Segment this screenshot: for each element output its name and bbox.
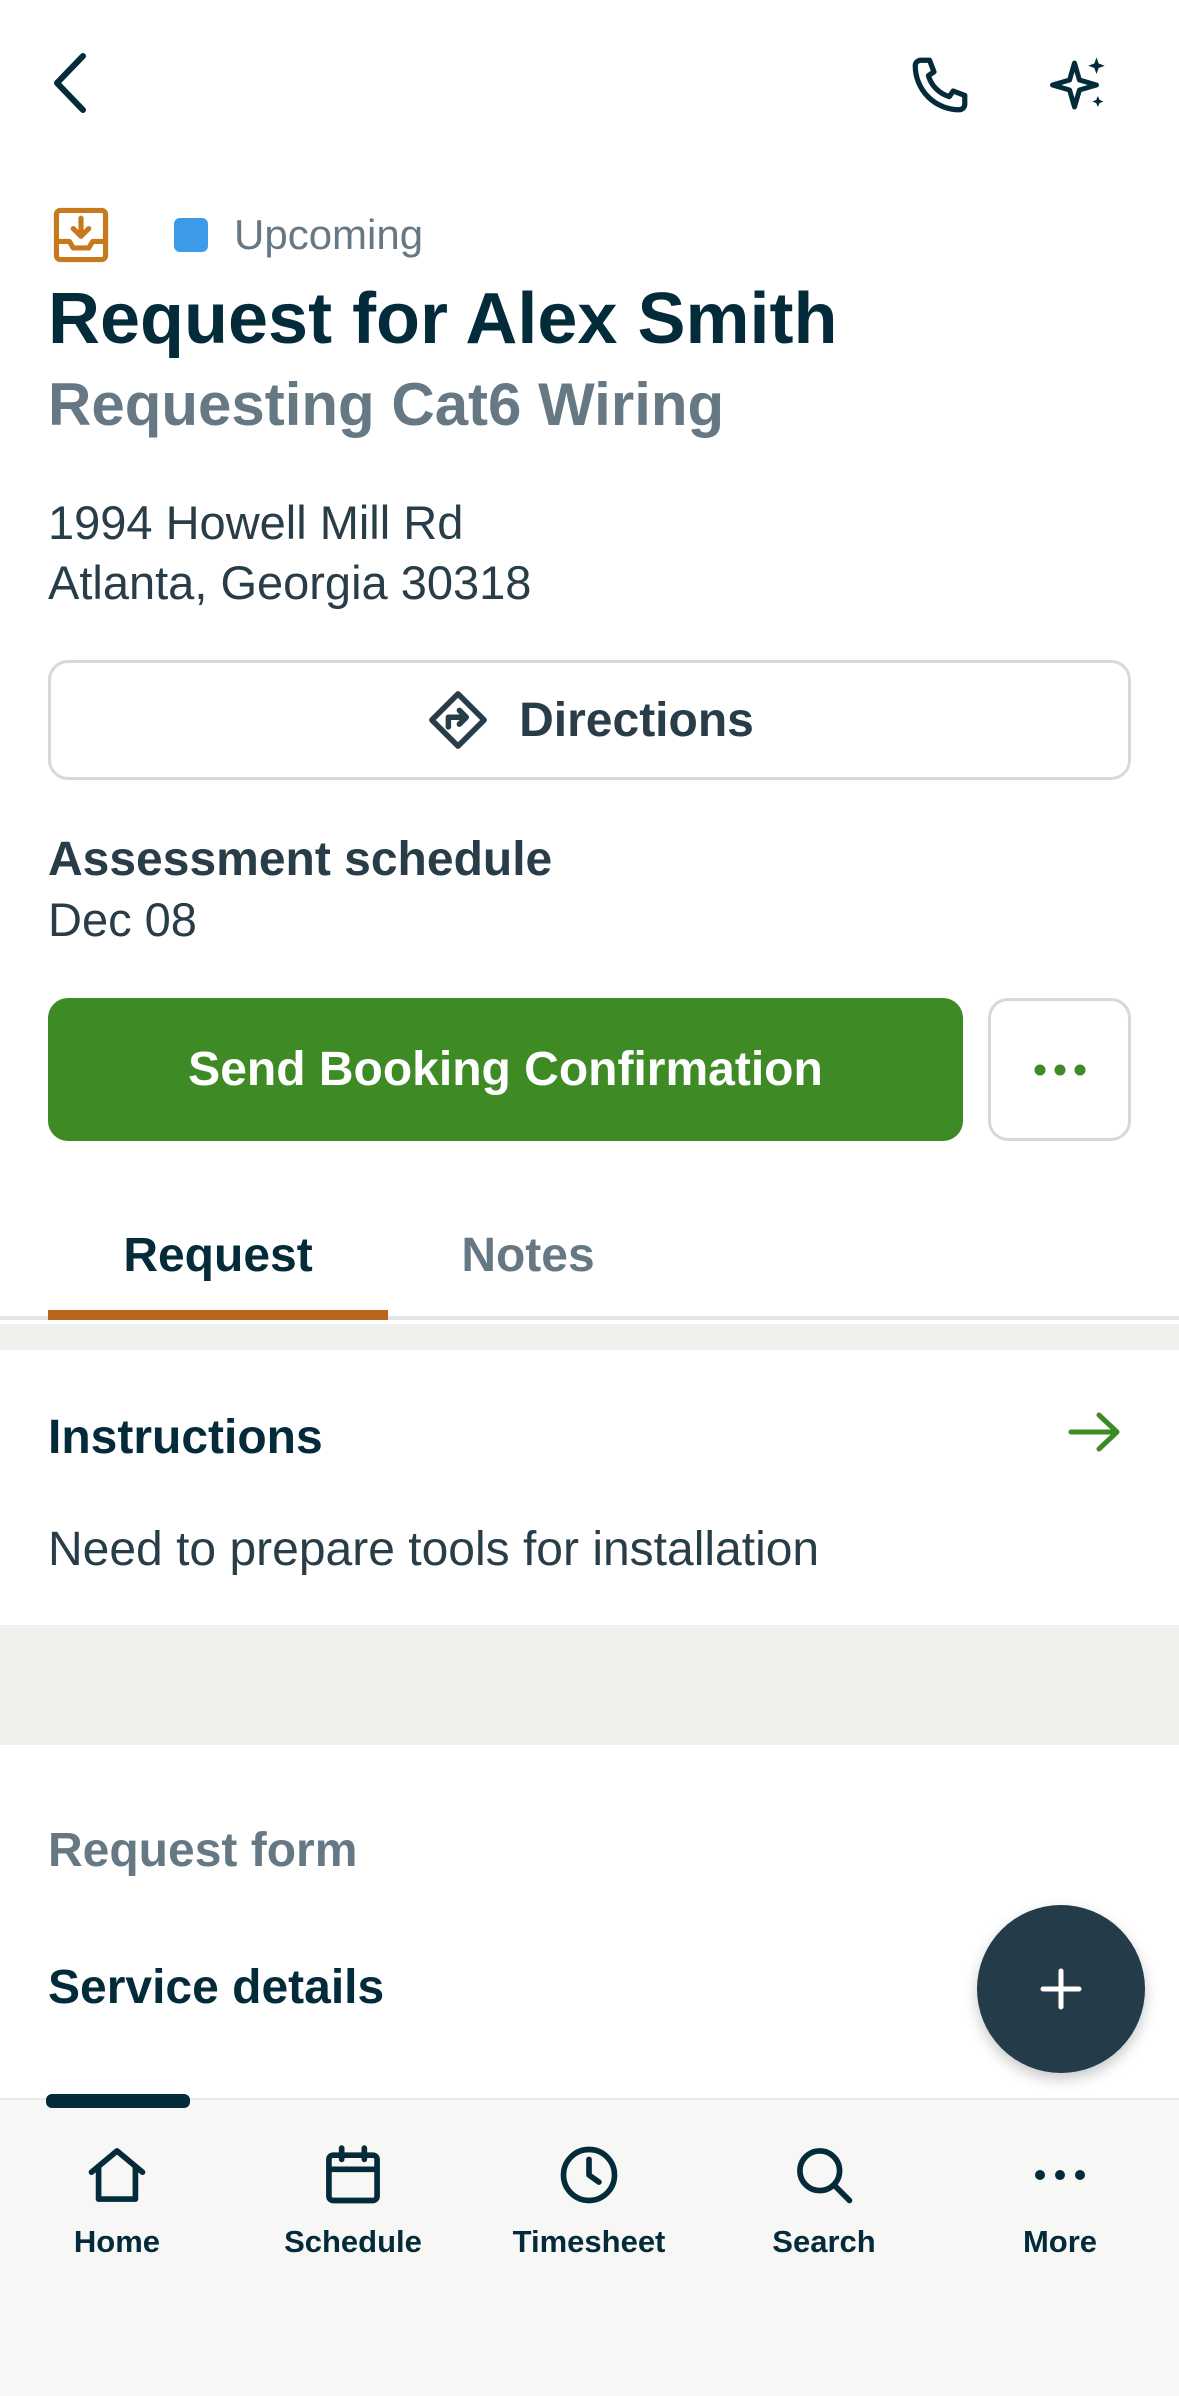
home-icon (88, 2148, 146, 2202)
nav-schedule-label: Schedule (284, 2224, 422, 2259)
directions-label: Directions (519, 693, 754, 747)
inbox-download-icon (53, 207, 109, 263)
ellipsis-icon (1034, 1064, 1085, 1075)
bottom-nav: Home Schedule Timesheet Search More (0, 2094, 1179, 2396)
directions-button[interactable]: Directions (48, 660, 1131, 780)
tab-bar: Request Notes (0, 1190, 1179, 1320)
nav-more-label: More (1022, 2224, 1098, 2259)
instructions-title: Instructions (48, 1411, 323, 1464)
send-booking-confirmation-button[interactable]: Send Booking Confirmation (48, 998, 963, 1141)
nav-more[interactable]: More (960, 2140, 1160, 2280)
top-bar (0, 0, 1179, 170)
tab-notes[interactable]: Notes (408, 1190, 648, 1320)
clock-icon (560, 2146, 618, 2204)
back-button[interactable] (30, 38, 110, 128)
nav-timesheet-label: Timesheet (512, 2224, 666, 2259)
arrow-right-icon (1068, 1412, 1120, 1452)
nav-timesheet[interactable]: Timesheet (489, 2140, 689, 2280)
nav-search-label: Search (772, 2224, 876, 2259)
request-form-label: Request form (48, 1824, 358, 1877)
nav-active-indicator (46, 2094, 190, 2108)
send-booking-confirmation-label: Send Booking Confirmation (188, 1043, 823, 1096)
instructions-open-button[interactable] (1060, 1402, 1130, 1462)
ellipsis-icon (1035, 2170, 1085, 2180)
assessment-schedule-label: Assessment schedule (48, 833, 553, 886)
nav-home-label: Home (73, 2224, 161, 2259)
plus-icon (1040, 1968, 1082, 2010)
calendar-icon (326, 2145, 380, 2204)
page-title: Request for Alex Smith (48, 279, 838, 359)
search-icon (797, 2148, 853, 2204)
nav-schedule[interactable]: Schedule (253, 2140, 453, 2280)
assessment-schedule-date: Dec 08 (48, 893, 197, 946)
nav-search[interactable]: Search (724, 2140, 924, 2280)
chevron-left-icon (54, 53, 86, 113)
instructions-card[interactable]: Instructions Need to prepare tools for i… (0, 1350, 1179, 1625)
section-divider (0, 1625, 1179, 1745)
status-dot (174, 218, 208, 252)
tab-request[interactable]: Request (48, 1190, 388, 1320)
sparkles-icon (1050, 57, 1105, 110)
more-actions-button[interactable] (988, 998, 1131, 1141)
service-details-title: Service details (48, 1961, 385, 2014)
address-line-1: 1994 Howell Mill Rd (48, 496, 464, 549)
status-label: Upcoming (234, 211, 424, 258)
address-line-2: Atlanta, Georgia 30318 (48, 556, 532, 609)
call-button[interactable] (895, 40, 985, 130)
add-fab-button[interactable] (977, 1905, 1145, 2073)
page-subtitle: Requesting Cat6 Wiring (48, 371, 725, 438)
nav-home[interactable]: Home (17, 2140, 217, 2280)
active-tab-indicator (48, 1310, 388, 1320)
instructions-text: Need to prepare tools for installation (48, 1523, 820, 1576)
section-divider (0, 1324, 1179, 1350)
directions-icon (429, 691, 487, 749)
phone-icon (912, 57, 968, 113)
status-row: Upcoming (50, 200, 423, 270)
ai-assist-button[interactable] (1035, 40, 1125, 130)
